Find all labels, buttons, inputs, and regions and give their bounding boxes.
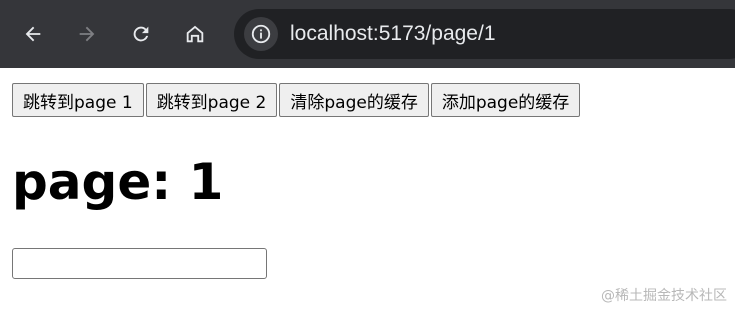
info-icon xyxy=(251,24,271,44)
go-to-page-2-button[interactable]: 跳转到page 2 xyxy=(145,83,278,117)
url-text[interactable]: localhost:5173/page/1 xyxy=(290,21,496,47)
go-to-page-1-button[interactable]: 跳转到page 1 xyxy=(12,83,144,117)
reload-button[interactable] xyxy=(121,14,161,54)
home-button[interactable] xyxy=(175,14,215,54)
watermark: @稀土掘金技术社区 xyxy=(601,288,727,304)
home-icon xyxy=(186,25,204,43)
browser-toolbar: localhost:5173/page/1 xyxy=(0,0,735,68)
forward-arrow-icon xyxy=(79,26,95,42)
text-input[interactable] xyxy=(12,248,267,279)
button-row: 跳转到page 1 跳转到page 2 清除page的缓存 添加page的缓存 xyxy=(12,83,581,117)
back-arrow-icon xyxy=(25,26,41,42)
forward-button[interactable] xyxy=(67,14,107,54)
address-bar[interactable]: localhost:5173/page/1 xyxy=(234,9,735,59)
back-button[interactable] xyxy=(13,14,53,54)
page-content: 跳转到page 1 跳转到page 2 清除page的缓存 添加page的缓存 … xyxy=(0,68,735,311)
page-title: page: 1 xyxy=(12,153,224,211)
site-info-button[interactable] xyxy=(244,17,278,51)
add-page-cache-button[interactable]: 添加page的缓存 xyxy=(430,83,581,117)
reload-icon xyxy=(133,26,149,42)
clear-page-cache-button[interactable]: 清除page的缓存 xyxy=(279,83,429,117)
